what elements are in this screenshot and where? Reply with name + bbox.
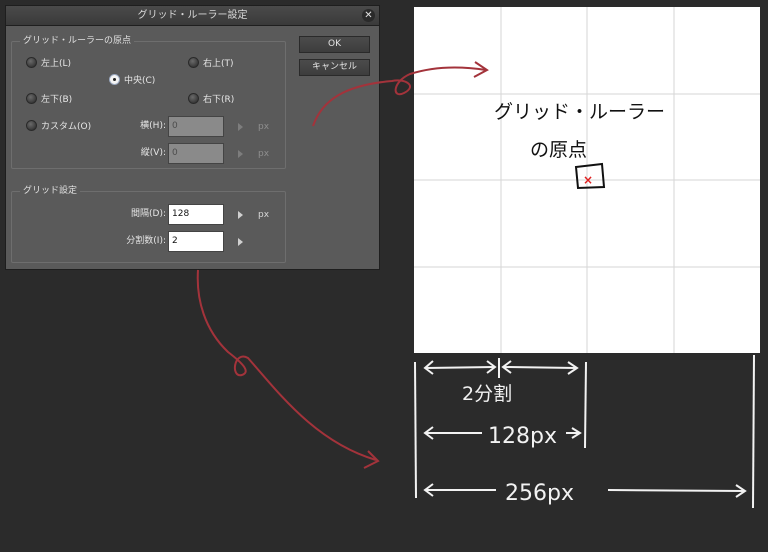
spacing-measure-label: 128px [488, 424, 557, 449]
arrow-to-canvas [312, 61, 489, 127]
note-line-2: の原点 [530, 139, 587, 161]
annotation-layer: グリッド・ルーラー の原点 × 2分割 128px 256px [196, 61, 755, 509]
note-line-1: グリッド・ルーラー [494, 101, 665, 123]
total-measure-label: 256px [505, 481, 574, 506]
measurement-lines [414, 354, 755, 509]
division-label: 2分割 [462, 383, 512, 405]
arrow-to-ruler [196, 269, 380, 469]
origin-mark: × [583, 173, 593, 187]
